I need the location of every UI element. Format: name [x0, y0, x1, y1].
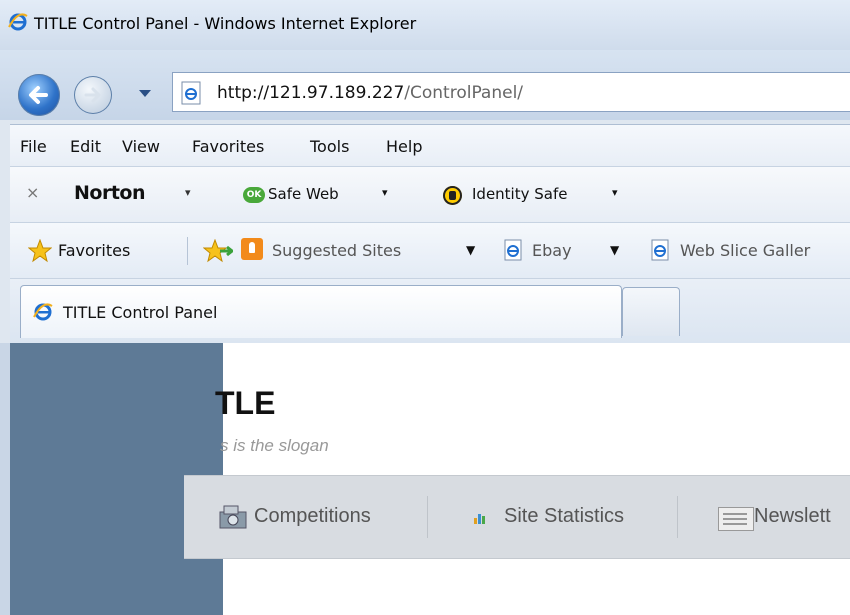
identity-safe-button[interactable]: Identity Safe: [472, 185, 567, 203]
lock-icon: [443, 186, 462, 205]
menu-tools[interactable]: Tools: [310, 137, 349, 156]
chevron-down-icon[interactable]: ▼: [610, 243, 619, 257]
favorites-bar: Favorites Suggested Sites ▼ Ebay ▼ Web S…: [10, 222, 850, 279]
favorites-star-icon: [27, 238, 53, 267]
window-title-bar: TITLE Control Panel - Windows Internet E…: [0, 0, 850, 50]
statistics-icon: [473, 512, 487, 528]
back-arrow-icon: [29, 86, 48, 104]
close-toolbar-icon[interactable]: ×: [26, 183, 39, 202]
recent-pages-dropdown[interactable]: [138, 88, 152, 98]
nav-competitions[interactable]: Competitions: [254, 505, 371, 528]
back-button[interactable]: [18, 74, 60, 116]
ok-badge-icon: OK: [243, 187, 265, 203]
ie-page-icon: [503, 239, 525, 265]
toolbar-divider: [187, 237, 188, 265]
chevron-down-icon[interactable]: ▾: [612, 186, 618, 199]
navigation-bar: http://121.97.189.227/ControlPanel/: [0, 50, 850, 120]
tab-bar: TITLE Control Panel: [10, 278, 850, 344]
nav-newsletter[interactable]: Newslett: [754, 505, 831, 528]
site-slogan: s is the slogan: [220, 436, 329, 455]
safe-web-button[interactable]: Safe Web: [268, 185, 339, 203]
menu-favorites[interactable]: Favorites: [192, 137, 264, 156]
chevron-down-icon[interactable]: ▼: [466, 243, 475, 257]
site-nav: Competitions Site Statistics Newslett: [184, 475, 850, 559]
address-url[interactable]: http://121.97.189.227/ControlPanel/: [217, 83, 523, 103]
web-slice-gallery-link[interactable]: Web Slice Galler: [680, 241, 810, 260]
forward-arrow-icon: [84, 87, 101, 103]
nav-site-statistics[interactable]: Site Statistics: [504, 505, 624, 528]
window-title: TITLE Control Panel - Windows Internet E…: [34, 14, 417, 33]
newsletter-icon: [718, 507, 754, 531]
address-host: http://121.97.189.227: [217, 83, 405, 103]
add-favorite-icon[interactable]: [202, 238, 235, 267]
ebay-link[interactable]: Ebay: [532, 241, 572, 260]
address-path: /ControlPanel/: [404, 83, 524, 103]
menu-view[interactable]: View: [122, 137, 160, 156]
forward-button[interactable]: [74, 76, 112, 114]
chevron-down-icon[interactable]: ▾: [185, 186, 191, 199]
menu-help[interactable]: Help: [386, 137, 422, 156]
suggested-sites-link[interactable]: Suggested Sites: [272, 241, 401, 260]
suggested-sites-icon: [241, 238, 263, 260]
menu-bar: File Edit View Favorites Tools Help: [10, 124, 850, 167]
tab-title: TITLE Control Panel: [63, 303, 218, 322]
norton-toolbar: × Norton ▾ OK Safe Web ▾ Identity Safe ▾: [10, 166, 850, 223]
address-bar[interactable]: http://121.97.189.227/ControlPanel/: [172, 72, 850, 112]
tab-control-panel[interactable]: TITLE Control Panel: [20, 285, 622, 338]
ie-logo-icon: [8, 12, 28, 36]
window-frame-edge: [0, 343, 10, 615]
chevron-down-icon[interactable]: ▾: [382, 186, 388, 199]
nav-divider: [677, 496, 678, 538]
ie-page-icon: [650, 239, 672, 265]
page-icon: [179, 81, 205, 109]
favorites-button[interactable]: Favorites: [58, 241, 130, 260]
menu-edit[interactable]: Edit: [70, 137, 101, 156]
site-title: TLE: [215, 385, 276, 421]
menu-file[interactable]: File: [20, 137, 47, 156]
norton-brand-button[interactable]: Norton: [74, 182, 146, 204]
new-tab-button[interactable]: [622, 287, 680, 336]
nav-divider: [427, 496, 428, 538]
competitions-icon: [218, 504, 252, 530]
ie-logo-icon: [33, 302, 53, 326]
